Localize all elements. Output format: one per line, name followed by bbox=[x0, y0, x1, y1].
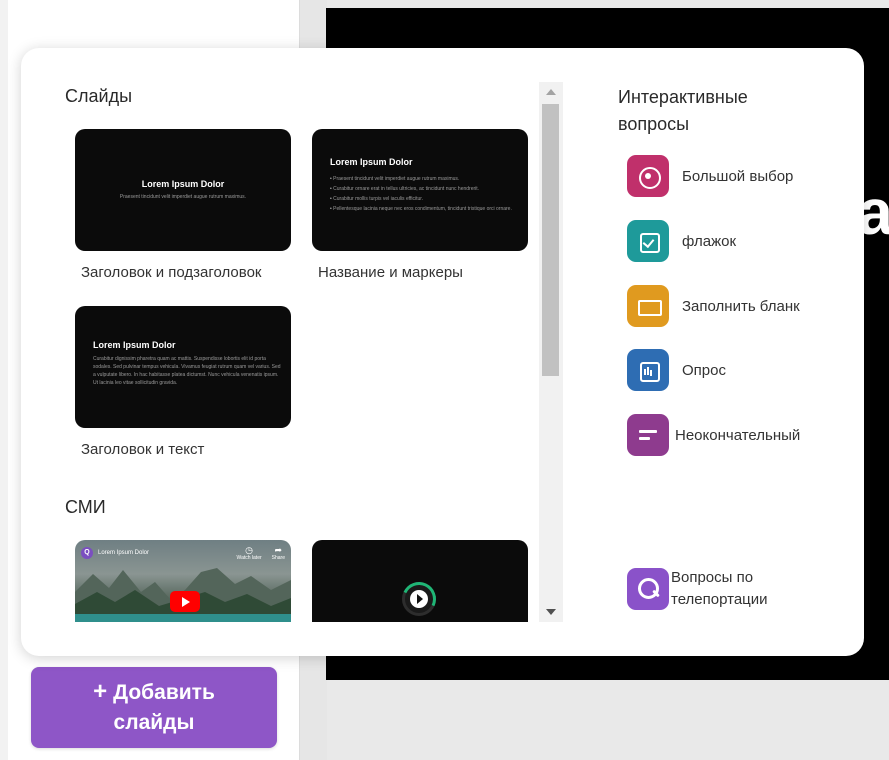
add-slides-label-line2: слайды bbox=[113, 711, 195, 734]
question-type-label: Большой выбор bbox=[682, 167, 794, 185]
templates-scrollbar[interactable] bbox=[539, 82, 563, 622]
slide-templates-scroll-area[interactable]: Слайды Lorem Ipsum Dolor Praesent tincid… bbox=[21, 48, 561, 622]
question-type-multiple-choice[interactable]: Большой выбор bbox=[627, 155, 793, 197]
search-icon bbox=[627, 568, 669, 610]
open-ended-icon bbox=[627, 414, 669, 456]
template-title-subtitle-thumb[interactable]: Lorem Ipsum Dolor Praesent tincidunt vel… bbox=[75, 129, 291, 251]
channel-avatar: Q bbox=[81, 547, 93, 559]
scroll-down-arrow-icon[interactable] bbox=[546, 609, 556, 615]
question-type-label: Вопросы по телепортации bbox=[671, 569, 768, 608]
thumb-subtitle: Praesent tincidunt velit imperdiet augue… bbox=[119, 194, 247, 200]
audio-play-icon bbox=[397, 577, 441, 621]
question-type-label: Неоконча­тельный bbox=[675, 426, 801, 444]
fill-blank-icon bbox=[627, 285, 669, 327]
thumb-bullet-list: Praesent tincidunt velit imperdiet augue… bbox=[330, 174, 516, 214]
template-title-text-label[interactable]: Заголовок и текст bbox=[81, 441, 204, 458]
play-icon bbox=[410, 590, 428, 608]
thumb-title: Lorem Ipsum Dolor bbox=[93, 340, 176, 350]
share-action: ➦ Share bbox=[271, 545, 285, 561]
question-type-label: Опрос bbox=[682, 361, 726, 379]
thumb-bullet: Praesent tincidunt velit imperdiet augue… bbox=[330, 174, 516, 184]
template-title-text-thumb[interactable]: Lorem Ipsum Dolor Curabitur dignissim ph… bbox=[75, 306, 291, 428]
poll-icon bbox=[627, 349, 669, 391]
template-title-bullets-label[interactable]: Название и маркеры bbox=[318, 264, 463, 281]
video-template-thumb[interactable]: Q Lorem Ipsum Dolor ◷ Watch later ➦ Share bbox=[75, 540, 291, 622]
template-title-bullets-thumb[interactable]: Lorem Ipsum Dolor Praesent tincidunt vel… bbox=[312, 129, 528, 251]
thumb-title: Lorem Ipsum Dolor bbox=[330, 157, 413, 167]
add-slides-label-line1: Добавить bbox=[113, 681, 215, 704]
question-type-label: Заполнить бланк bbox=[682, 297, 800, 315]
add-slides-button[interactable]: + Добавить слайды bbox=[31, 667, 277, 748]
youtube-play-icon bbox=[170, 591, 200, 612]
question-type-checkbox[interactable]: флажок bbox=[627, 220, 736, 262]
checkbox-icon bbox=[627, 220, 669, 262]
add-slide-popup: Слайды Lorem Ipsum Dolor Praesent tincid… bbox=[21, 48, 864, 656]
slides-section-title: Слайды bbox=[65, 86, 133, 106]
scroll-up-arrow-icon[interactable] bbox=[546, 89, 556, 95]
question-type-open-ended[interactable]: Неоконча­тельный bbox=[627, 414, 800, 456]
clock-icon: ◷ bbox=[245, 545, 254, 555]
video-title: Lorem Ipsum Dolor bbox=[98, 550, 150, 556]
thumb-body-text: Curabitur dignissim pharetra quam ac mat… bbox=[93, 356, 281, 386]
interactive-questions-title: Интерактивные вопросы bbox=[618, 87, 748, 134]
radio-icon bbox=[627, 155, 669, 197]
sidebar-edge bbox=[0, 0, 8, 760]
media-section-title: СМИ bbox=[65, 497, 106, 517]
question-type-label: флажок bbox=[682, 232, 737, 250]
scrollbar-thumb[interactable] bbox=[542, 104, 559, 376]
video-actions: ◷ Watch later ➦ Share bbox=[237, 545, 285, 562]
template-title-subtitle-label[interactable]: Заголовок и подзаголовок bbox=[81, 264, 261, 281]
thumb-bullet: Curabitur ornare erat in tellus ultricie… bbox=[330, 184, 516, 194]
thumb-bullet: Curabitur mollis turpis vel iaculis effi… bbox=[330, 194, 516, 204]
thumb-title: Lorem Ipsum Dolor bbox=[141, 179, 225, 189]
watch-later-action: ◷ Watch later bbox=[236, 545, 262, 561]
question-type-poll[interactable]: Опрос bbox=[627, 349, 726, 391]
video-header: Q Lorem Ipsum Dolor bbox=[81, 547, 149, 559]
share-icon: ➦ bbox=[274, 545, 283, 555]
thumb-bullet: Pellentesque lacinia neque nec eros cond… bbox=[330, 204, 516, 214]
question-type-fill-blank[interactable]: Заполнить бланк bbox=[627, 285, 800, 327]
question-type-teleport[interactable]: Вопросы по телепортации bbox=[627, 567, 811, 611]
plus-icon: + bbox=[93, 678, 108, 705]
audio-template-thumb[interactable] bbox=[312, 540, 528, 622]
